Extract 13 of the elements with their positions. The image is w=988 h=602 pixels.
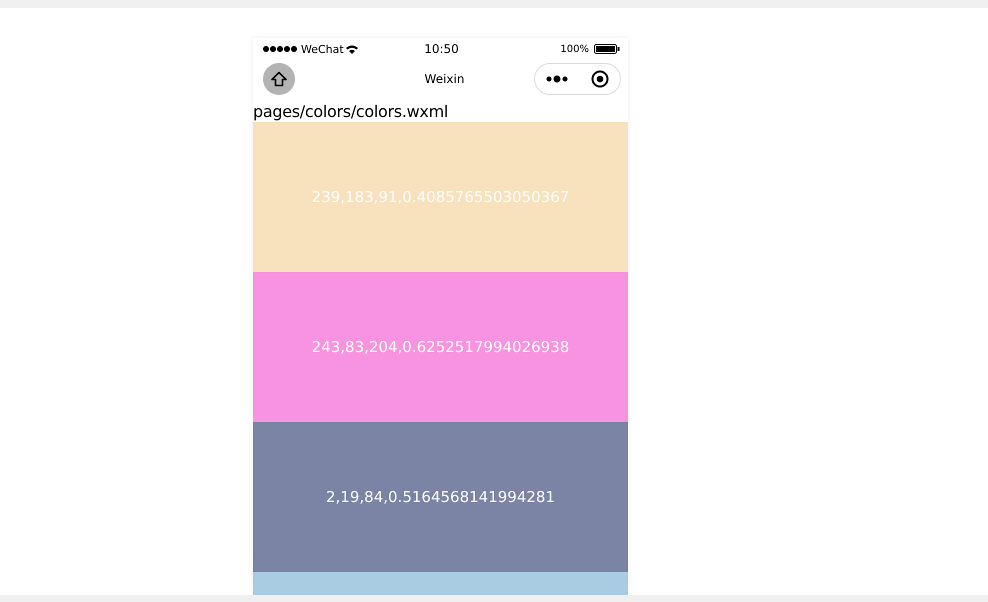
carrier-name: WeChat [301,42,344,56]
color-value: 243,83,204,0.6252517994026938 [312,338,570,356]
battery-percent: 100% [560,44,589,54]
color-value: 2,19,84,0.5164568141994281 [326,488,556,506]
wifi-icon [346,44,358,54]
home-button[interactable] [263,63,295,95]
color-value: 239,183,91,0.4085765503050367 [312,188,570,206]
signal-icon [263,46,299,52]
more-icon[interactable] [546,75,568,83]
page-path: pages/colors/colors.wxml [253,102,450,122]
status-time: 10:50 [424,42,459,56]
nav-title: Weixin [424,72,464,86]
battery-icon [594,44,620,54]
